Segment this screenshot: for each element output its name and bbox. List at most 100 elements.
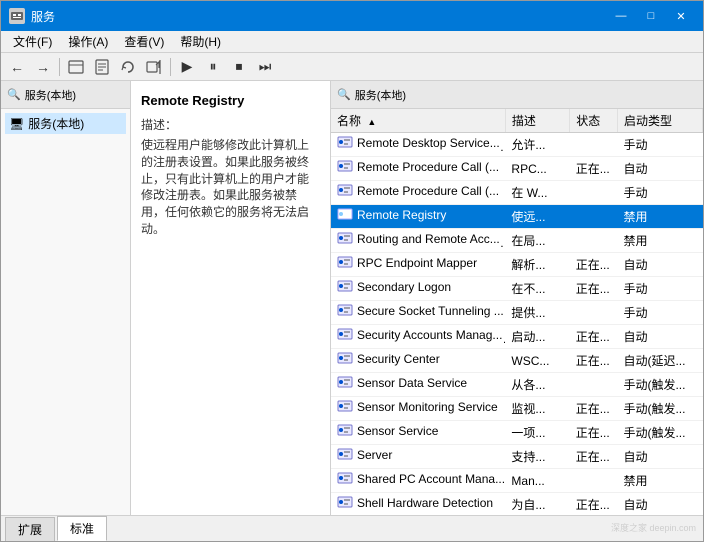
menu-view[interactable]: 查看(V): [116, 31, 172, 52]
table-row[interactable]: Security Accounts Manag...启动...正在...自动: [331, 325, 703, 349]
table-row[interactable]: Server支持...正在...自动: [331, 445, 703, 469]
left-panel-header: 🔍 服务(本地): [1, 81, 130, 109]
start-button[interactable]: ▶: [175, 56, 199, 78]
col-header-status[interactable]: 状态: [570, 109, 618, 133]
services-panel: 🔍 服务(本地) 名称 ▲ 描述 状态 启动类型: [331, 81, 703, 515]
cell-name: Sensor Service: [331, 421, 505, 445]
cell-name: Secondary Logon: [331, 277, 505, 301]
cell-status: 正在...: [570, 493, 618, 516]
table-row[interactable]: RPC Endpoint Mapper解析...正在...自动: [331, 253, 703, 277]
toolbar: ← → ▶ ⏸ ⏹ ⏭: [1, 53, 703, 81]
stop-button[interactable]: ⏹: [227, 56, 251, 78]
forward-button[interactable]: →: [31, 56, 55, 78]
sort-arrow-name: ▲: [367, 117, 376, 127]
cell-desc: 监视...: [505, 397, 569, 421]
services-search-icon: 🔍: [337, 88, 351, 101]
cell-startup: 手动(触发...: [617, 373, 702, 397]
table-row[interactable]: Remote Desktop Service...允许... 手动: [331, 133, 703, 157]
cell-name: Shared PC Account Mana...: [331, 469, 505, 493]
table-row[interactable]: Remote Procedure Call (... 在 W...手动: [331, 181, 703, 205]
cell-startup: 自动: [617, 253, 702, 277]
maximize-button[interactable]: □: [637, 6, 665, 26]
cell-desc: 解析...: [505, 253, 569, 277]
refresh-button[interactable]: [116, 56, 140, 78]
cell-name: Sensor Data Service: [331, 373, 505, 397]
cell-startup: 自动: [617, 493, 702, 516]
left-search-icon: 🔍: [7, 88, 21, 101]
services-tbody: Remote Desktop Service...允许...手动Remote P…: [331, 133, 703, 516]
cell-name: RPC Endpoint Mapper: [331, 253, 505, 277]
export-button[interactable]: [142, 56, 166, 78]
cell-status: [570, 205, 618, 229]
services-table[interactable]: 名称 ▲ 描述 状态 启动类型 Remote Desktop Service..…: [331, 109, 703, 515]
table-row[interactable]: Secure Socket Tunneling ...提供...手动: [331, 301, 703, 325]
cell-name: Remote Desktop Service...: [331, 133, 505, 157]
cell-name: Secure Socket Tunneling ...: [331, 301, 505, 325]
pause-button[interactable]: ⏸: [201, 56, 225, 78]
window-title: 服务: [31, 8, 55, 25]
minimize-button[interactable]: —: [607, 6, 635, 26]
back-button[interactable]: ←: [5, 56, 29, 78]
table-row[interactable]: Shell Hardware Detection为自...正在...自动: [331, 493, 703, 516]
cell-status: [570, 469, 618, 493]
properties-button[interactable]: [90, 56, 114, 78]
restart-button[interactable]: ⏭: [253, 56, 277, 78]
show-hide-button[interactable]: [64, 56, 88, 78]
cell-status: 正在...: [570, 325, 618, 349]
col-header-name[interactable]: 名称 ▲: [331, 109, 505, 133]
cell-desc: 在局...: [505, 229, 569, 253]
cell-desc: RPC...: [505, 157, 569, 181]
cell-startup: 禁用: [617, 205, 702, 229]
detail-panel: Remote Registry 描述： 使远程用户能够修改此计算机上的注册表设置…: [131, 81, 331, 515]
cell-name: Server: [331, 445, 505, 469]
cell-name: Security Accounts Manag...: [331, 325, 505, 349]
cell-startup: 手动: [617, 277, 702, 301]
cell-desc: WSC...: [505, 349, 569, 373]
cell-startup: 手动: [617, 133, 702, 157]
tab-standard[interactable]: 标准: [57, 516, 107, 541]
table-row[interactable]: Sensor Monitoring Service监视...正在...手动(触发…: [331, 397, 703, 421]
table-row[interactable]: Sensor Data Service从各...手动(触发...: [331, 373, 703, 397]
col-header-desc[interactable]: 描述: [505, 109, 569, 133]
cell-name: Remote Registry: [331, 205, 505, 229]
close-button[interactable]: ✕: [667, 6, 695, 26]
services-header-bar: 🔍 服务(本地): [331, 81, 703, 109]
table-row[interactable]: Remote Procedure Call (...RPC...正在...自动: [331, 157, 703, 181]
cell-startup: 自动: [617, 325, 702, 349]
cell-startup: 禁用: [617, 229, 702, 253]
cell-desc: 一项...: [505, 421, 569, 445]
left-panel-title: 服务(本地): [25, 87, 76, 103]
menu-help[interactable]: 帮助(H): [172, 31, 229, 52]
col-header-startup[interactable]: 启动类型: [617, 109, 702, 133]
menu-action[interactable]: 操作(A): [60, 31, 116, 52]
table-row[interactable]: Shared PC Account Mana...Man... 禁用: [331, 469, 703, 493]
menu-file[interactable]: 文件(F): [5, 31, 60, 52]
services-tree: 🖥 服务(本地): [1, 109, 130, 138]
cell-status: 正在...: [570, 349, 618, 373]
cell-desc: 使远...: [505, 205, 569, 229]
tree-item-local[interactable]: 🖥 服务(本地): [5, 113, 126, 134]
cell-name: Remote Procedure Call (...: [331, 157, 505, 181]
cell-startup: 手动: [617, 301, 702, 325]
cell-status: [570, 229, 618, 253]
cell-desc: 允许...: [505, 133, 569, 157]
services-panel-title: 服务(本地): [355, 87, 406, 103]
table-row[interactable]: Routing and Remote Acc...在局...禁用: [331, 229, 703, 253]
cell-desc: Man...: [505, 469, 569, 493]
services-list-table: 名称 ▲ 描述 状态 启动类型 Remote Desktop Service..…: [331, 109, 703, 515]
main-area: 🔍 服务(本地) 🖥 服务(本地) Remote Registry 描述： 使远…: [1, 81, 703, 515]
table-row[interactable]: Security CenterWSC...正在...自动(延迟...: [331, 349, 703, 373]
table-row[interactable]: Remote Registry使远... 禁用: [331, 205, 703, 229]
cell-startup: 禁用: [617, 469, 702, 493]
table-row[interactable]: Secondary Logon在不...正在...手动: [331, 277, 703, 301]
cell-desc: 支持...: [505, 445, 569, 469]
toolbar-separator-1: [59, 58, 60, 76]
cell-name: Remote Procedure Call (...: [331, 181, 505, 205]
left-panel: 🔍 服务(本地) 🖥 服务(本地): [1, 81, 131, 515]
title-bar-left: 服务: [9, 8, 55, 25]
detail-service-name: Remote Registry: [141, 93, 320, 108]
table-header-row: 名称 ▲ 描述 状态 启动类型: [331, 109, 703, 133]
cell-status: 正在...: [570, 397, 618, 421]
table-row[interactable]: Sensor Service一项...正在...手动(触发...: [331, 421, 703, 445]
tab-extended[interactable]: 扩展: [5, 517, 55, 541]
